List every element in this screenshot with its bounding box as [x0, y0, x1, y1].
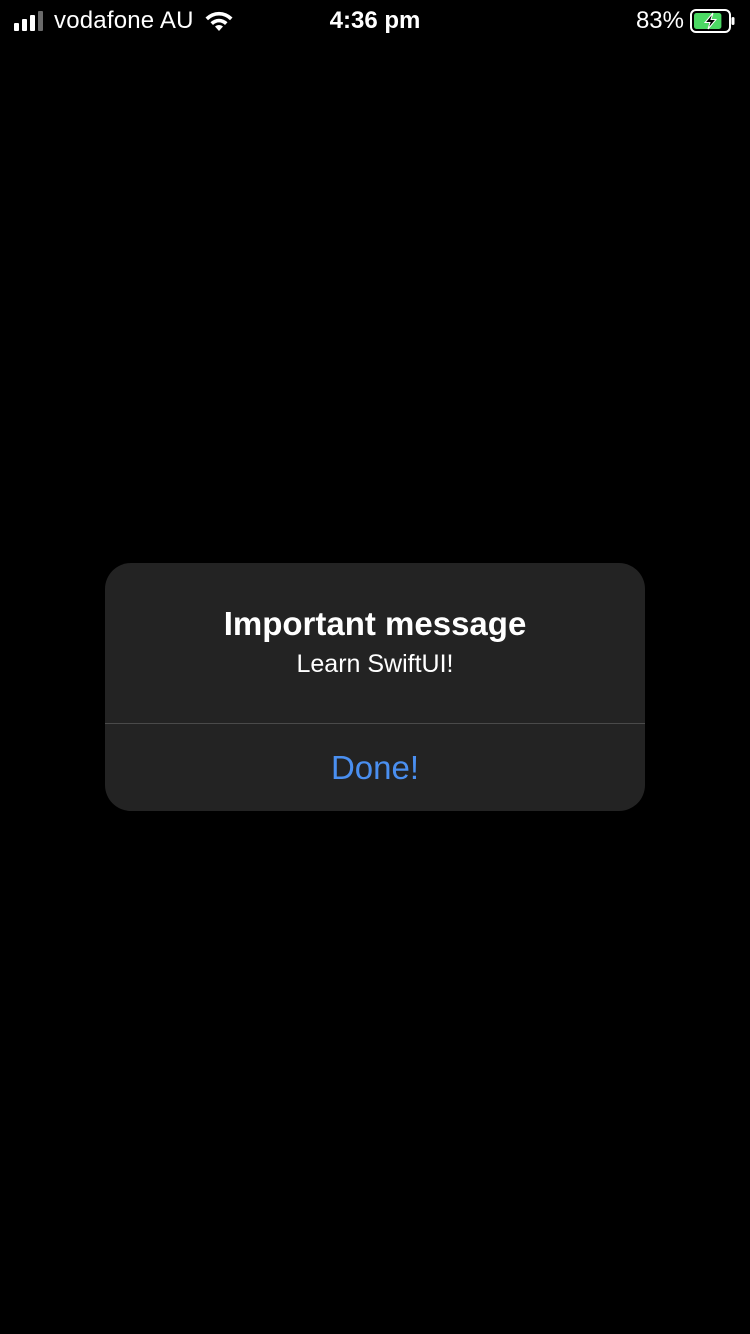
battery-percentage: 83% [635, 7, 684, 34]
alert-message: Learn SwiftUI! [296, 650, 454, 678]
alert-title: Important message [223, 605, 527, 642]
done-button[interactable]: Done! [105, 724, 645, 811]
alert-dialog: Important message Learn SwiftUI! Done! [105, 563, 645, 811]
alert-body: Important message Learn SwiftUI! [105, 563, 645, 723]
battery-charging-icon [690, 9, 736, 33]
status-right: 83% [636, 6, 736, 36]
screen: vodafone AU 4:36 pm 83% Important messag… [0, 0, 750, 1334]
status-bar: vodafone AU 4:36 pm 83% [0, 0, 750, 40]
